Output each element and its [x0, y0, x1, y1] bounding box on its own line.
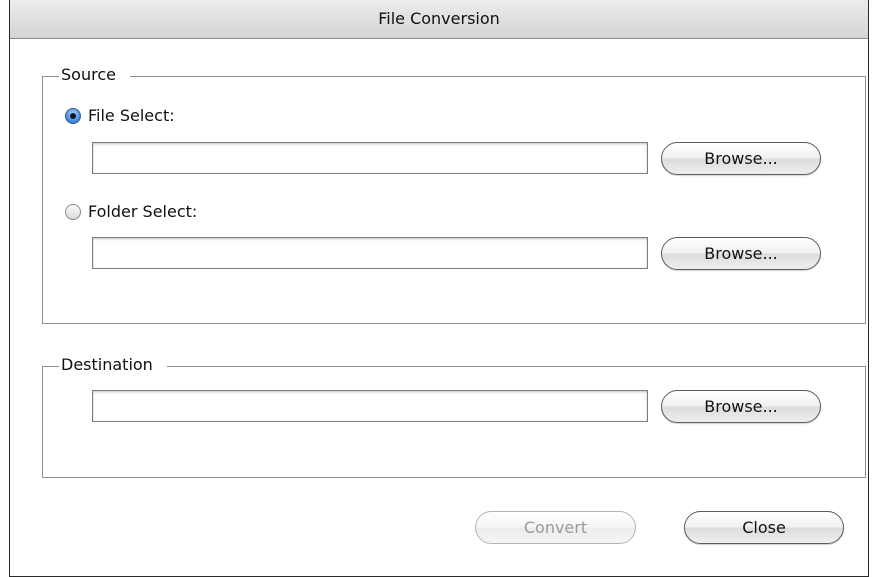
folder-select-radio-option[interactable]: Folder Select:	[65, 202, 197, 221]
destination-legend: Destination	[59, 354, 167, 376]
file-select-radio-option[interactable]: File Select:	[65, 106, 175, 125]
close-button[interactable]: Close	[684, 511, 844, 544]
file-select-label: File Select:	[88, 106, 175, 125]
file-path-input[interactable]	[92, 142, 648, 174]
folder-path-input[interactable]	[92, 237, 648, 269]
folder-browse-button[interactable]: Browse...	[661, 237, 821, 270]
destination-group: Destination Browse...	[42, 354, 866, 478]
window-title: File Conversion	[378, 9, 500, 28]
folder-select-label: Folder Select:	[88, 202, 198, 221]
folder-select-radio[interactable]	[65, 203, 81, 220]
file-conversion-dialog: File Conversion Source File Select: Brow…	[9, 0, 869, 577]
source-group: Source File Select: Browse... Folder Sel…	[42, 64, 866, 324]
source-legend: Source	[59, 64, 130, 86]
destination-browse-button[interactable]: Browse...	[661, 390, 821, 423]
file-select-radio[interactable]	[65, 107, 81, 124]
convert-button[interactable]: Convert	[475, 511, 636, 544]
title-bar[interactable]: File Conversion	[10, 0, 868, 39]
destination-path-input[interactable]	[92, 390, 648, 422]
file-browse-button[interactable]: Browse...	[661, 142, 821, 175]
